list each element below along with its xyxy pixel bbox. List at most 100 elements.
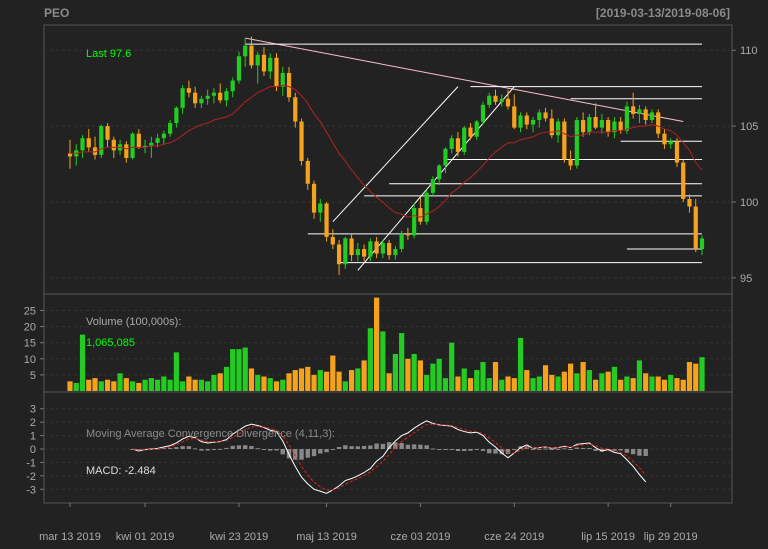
candle — [161, 133, 166, 139]
volume-bar — [230, 349, 236, 391]
candle — [124, 144, 129, 158]
candle — [380, 242, 385, 254]
volume-bar — [111, 381, 117, 391]
candle — [155, 138, 160, 143]
volume-bar — [574, 373, 580, 391]
candle — [599, 120, 604, 128]
candle — [537, 112, 542, 121]
volume-bar — [686, 362, 693, 391]
candle — [455, 138, 461, 152]
macd-tick-label: -3 — [26, 484, 36, 496]
volume-bar — [430, 363, 436, 391]
candle — [474, 121, 479, 137]
macd-histogram-bar — [587, 448, 592, 450]
volume-bar — [517, 337, 524, 391]
macd-histogram-bar — [487, 449, 492, 454]
volume-bar — [555, 376, 561, 391]
candle — [624, 106, 630, 131]
volume-bar — [455, 376, 461, 391]
macd-histogram-bar — [199, 449, 204, 451]
macd-histogram-bar — [280, 449, 285, 455]
volume-bar — [417, 360, 424, 391]
macd-histogram-bar — [562, 448, 567, 450]
volume-bar — [367, 328, 373, 391]
price-tick-label: 100 — [740, 197, 758, 209]
candle — [336, 244, 342, 265]
macd-histogram-bar — [512, 449, 517, 450]
candle — [606, 120, 611, 133]
candle — [330, 236, 335, 245]
macd-histogram-bar — [361, 445, 367, 449]
volume-bar — [67, 381, 73, 391]
candle — [418, 208, 423, 222]
volume-bar — [355, 368, 361, 391]
candle — [499, 98, 504, 102]
volume-bar — [311, 374, 317, 391]
volume-bar — [86, 379, 92, 391]
macd-histogram-bar — [630, 449, 636, 455]
macd-histogram-bar — [618, 449, 623, 451]
candle — [693, 206, 698, 250]
volume-bar — [649, 376, 655, 391]
volume-bar — [380, 331, 386, 391]
macd-histogram-bar — [411, 444, 417, 449]
volume-group: 5 10 15 20 25 Volume (100,000s): 1,065,085 — [24, 297, 732, 391]
macd-histogram-bar — [455, 449, 461, 452]
volume-bar — [486, 378, 492, 391]
candle — [393, 249, 398, 256]
macd-histogram-bar — [174, 447, 179, 449]
macd-histogram-bar — [192, 448, 198, 450]
volume-tick-label: 15 — [24, 338, 36, 350]
volume-tick-label: 5 — [30, 370, 36, 382]
volume-bar — [92, 378, 98, 391]
macd-histogram-bar — [343, 445, 348, 449]
candle — [368, 241, 373, 257]
candle — [480, 104, 486, 122]
macd-histogram-bar — [205, 449, 210, 451]
candle — [649, 112, 655, 121]
volume-bar — [317, 370, 323, 391]
macd-histogram-bar — [637, 449, 642, 456]
volume-bar — [242, 347, 248, 391]
candle — [305, 161, 310, 184]
candle — [543, 112, 548, 119]
candle — [224, 91, 229, 101]
candle — [199, 98, 204, 104]
volume-tick-label: 10 — [24, 354, 36, 366]
macd-histogram-bar — [624, 449, 630, 453]
volume-bar — [374, 297, 380, 391]
x-tick-label: lip 29 2019 — [644, 531, 698, 543]
candle — [86, 138, 91, 148]
candle — [261, 54, 267, 72]
macd-histogram-bar — [530, 449, 536, 450]
volume-bar — [142, 379, 148, 391]
candle — [449, 138, 454, 149]
macd-histogram-bar — [643, 449, 648, 456]
volume-bar — [630, 378, 636, 391]
candle — [668, 141, 673, 145]
macd-histogram-bar — [555, 448, 561, 450]
volume-tick-label: 25 — [24, 305, 36, 317]
macd-tick-label: -2 — [26, 471, 36, 483]
candle — [130, 133, 135, 158]
trend-line — [332, 86, 459, 223]
volume-bar — [492, 362, 499, 391]
volume-bar — [205, 381, 211, 391]
volume-bar — [261, 376, 267, 391]
macd-histogram-bar — [236, 445, 242, 449]
candle — [311, 183, 317, 213]
volume-bar — [167, 379, 173, 391]
candle — [274, 57, 279, 87]
candle — [437, 165, 442, 180]
volume-bar — [248, 368, 255, 391]
volume-bar — [636, 360, 643, 391]
candle — [681, 162, 686, 199]
volume-bar — [611, 366, 617, 391]
price-tick-label: 95 — [740, 273, 752, 285]
candle — [80, 138, 85, 151]
volume-last-label: 1,065,085 — [86, 337, 135, 349]
volume-bar — [186, 376, 192, 391]
macd-histogram-bar — [186, 446, 192, 449]
candle — [637, 109, 642, 114]
volume-bar — [348, 370, 355, 391]
